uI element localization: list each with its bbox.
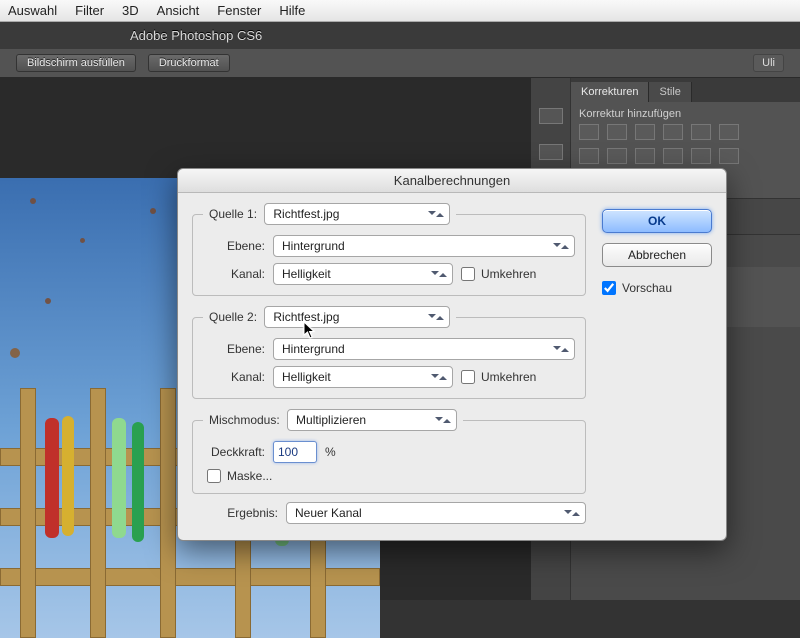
menu-fenster[interactable]: Fenster — [217, 3, 261, 18]
result-select[interactable]: Neuer Kanal — [286, 502, 586, 524]
source1-layer-select[interactable]: Hintergrund — [273, 235, 575, 257]
adjustments-icon[interactable] — [539, 144, 563, 160]
source1-file-select[interactable]: Richtfest.jpg — [264, 203, 450, 225]
blend-mode-select[interactable]: Multiplizieren — [287, 409, 457, 431]
source2-group: Quelle 2: Richtfest.jpg Ebene: Hintergru… — [192, 306, 586, 399]
brightness-icon[interactable] — [579, 124, 599, 140]
invert-icon[interactable] — [691, 148, 711, 164]
source1-channel-label: Kanal: — [203, 267, 265, 281]
print-size-button[interactable]: Druckformat — [148, 54, 230, 72]
mask-label: Maske... — [227, 469, 272, 483]
source1-legend-text: Quelle 1: — [209, 207, 257, 221]
fit-screen-button[interactable]: Bildschirm ausfüllen — [16, 54, 136, 72]
posterize-icon[interactable] — [719, 148, 739, 164]
source2-legend-text: Quelle 2: — [209, 310, 257, 324]
photo-filter-icon[interactable] — [607, 148, 627, 164]
channel-mixer-icon[interactable] — [635, 148, 655, 164]
source2-legend: Quelle 2: Richtfest.jpg — [203, 306, 456, 328]
preview-check[interactable] — [602, 281, 616, 295]
menu-auswahl[interactable]: Auswahl — [8, 3, 57, 18]
blend-opacity-label: Deckkraft: — [203, 445, 265, 459]
add-adjustment-label: Korrektur hinzufügen — [579, 108, 792, 120]
source1-invert[interactable]: Umkehren — [461, 267, 536, 281]
blend-opacity-input[interactable] — [273, 441, 317, 463]
calculations-dialog: Kanalberechnungen Quelle 1: Richtfest.jp… — [177, 168, 727, 541]
curves-icon[interactable] — [635, 124, 655, 140]
menu-filter[interactable]: Filter — [75, 3, 104, 18]
ok-button[interactable]: OK — [602, 209, 712, 233]
blend-group: Mischmodus: Multiplizieren Deckkraft: % … — [192, 409, 586, 494]
preview-option[interactable]: Vorschau — [602, 277, 712, 295]
source1-invert-label: Umkehren — [481, 267, 536, 281]
source2-invert[interactable]: Umkehren — [461, 370, 536, 384]
source2-channel-select[interactable]: Helligkeit — [273, 366, 453, 388]
source1-legend: Quelle 1: Richtfest.jpg — [203, 203, 456, 225]
percent-label: % — [325, 445, 336, 459]
menu-ansicht[interactable]: Ansicht — [157, 3, 200, 18]
app-title: Adobe Photoshop CS6 — [130, 28, 262, 43]
result-label: Ergebnis: — [192, 506, 278, 520]
source2-invert-label: Umkehren — [481, 370, 536, 384]
blend-legend: Mischmodus: Multiplizieren — [203, 409, 463, 431]
tab-corrections[interactable]: Korrekturen — [571, 82, 649, 102]
vibrance-icon[interactable] — [691, 124, 711, 140]
histogram-icon[interactable] — [539, 108, 563, 124]
tab-styles[interactable]: Stile — [649, 82, 691, 102]
user-badge[interactable]: Uli — [753, 54, 784, 72]
dialog-title: Kanalberechnungen — [178, 169, 726, 193]
options-bar: Bildschirm ausfüllen Druckformat Uli — [0, 48, 800, 78]
source1-invert-check[interactable] — [461, 267, 475, 281]
mask-option[interactable]: Maske... — [207, 469, 272, 483]
blend-legend-text: Mischmodus: — [209, 413, 280, 427]
app-titlebar: Adobe Photoshop CS6 — [0, 22, 800, 48]
levels-icon[interactable] — [607, 124, 627, 140]
mask-check[interactable] — [207, 469, 221, 483]
source1-layer-label: Ebene: — [203, 239, 265, 253]
menu-hilfe[interactable]: Hilfe — [279, 3, 305, 18]
bw-icon[interactable] — [579, 148, 599, 164]
source2-channel-label: Kanal: — [203, 370, 265, 384]
source1-group: Quelle 1: Richtfest.jpg Ebene: Hintergru… — [192, 203, 586, 296]
corrections-panel-tabs: Korrekturen Stile — [571, 78, 800, 102]
preview-label: Vorschau — [622, 281, 672, 295]
exposure-icon[interactable] — [663, 124, 683, 140]
lut-icon[interactable] — [663, 148, 683, 164]
source2-layer-label: Ebene: — [203, 342, 265, 356]
menu-3d[interactable]: 3D — [122, 3, 139, 18]
hue-icon[interactable] — [719, 124, 739, 140]
source2-file-select[interactable]: Richtfest.jpg — [264, 306, 450, 328]
os-menubar: Auswahl Filter 3D Ansicht Fenster Hilfe — [0, 0, 800, 22]
source2-invert-check[interactable] — [461, 370, 475, 384]
cancel-button[interactable]: Abbrechen — [602, 243, 712, 267]
source1-channel-select[interactable]: Helligkeit — [273, 263, 453, 285]
source2-layer-select[interactable]: Hintergrund — [273, 338, 575, 360]
